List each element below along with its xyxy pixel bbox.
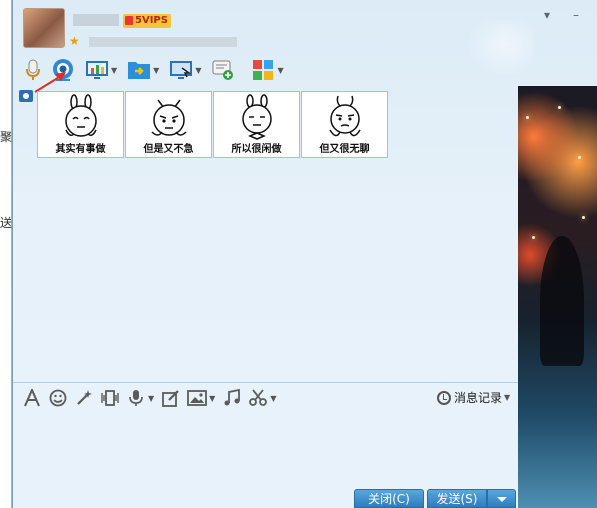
sticker-image[interactable]: 其实有事做 — [37, 91, 124, 158]
music-icon[interactable] — [221, 387, 243, 409]
sticker-image[interactable]: 但又很无聊 — [301, 91, 388, 158]
sticker-caption: 但又很无聊 — [319, 144, 370, 155]
contact-show-photo — [518, 86, 597, 508]
chevron-down-icon: ▼ — [504, 393, 511, 402]
remote-desktop-icon[interactable] — [169, 58, 193, 82]
emoji-icon[interactable] — [47, 387, 69, 409]
screenshot-icon[interactable] — [247, 387, 269, 409]
minimize-button[interactable]: – — [573, 8, 579, 22]
new-message-icon[interactable] — [211, 58, 235, 82]
edit-icon[interactable] — [160, 387, 182, 409]
image-icon[interactable] — [186, 387, 208, 409]
sticker-image[interactable]: 但是又不急 — [125, 91, 212, 158]
send-options-button[interactable] — [487, 489, 516, 508]
sticker-image[interactable]: 所以很闲做 — [213, 91, 300, 158]
clock-icon — [437, 390, 451, 405]
image-dropdown[interactable]: ▼ — [209, 394, 215, 403]
voice-dropdown[interactable]: ▼ — [148, 394, 154, 403]
signature-blurred — [89, 37, 237, 47]
screen-share-dropdown[interactable]: ▼ — [111, 66, 117, 75]
person-silhouette — [540, 236, 584, 366]
sticker-caption: 所以很闲做 — [231, 144, 282, 155]
screenshot-dropdown[interactable]: ▼ — [270, 394, 276, 403]
apps-dropdown[interactable]: ▼ — [277, 66, 283, 75]
minimize-menu-icon[interactable]: ▾ — [544, 8, 550, 22]
file-transfer-icon[interactable] — [127, 58, 151, 82]
feather-decoration — [463, 20, 533, 80]
file-transfer-dropdown[interactable]: ▼ — [153, 66, 159, 75]
sticker-caption: 其实有事做 — [55, 144, 106, 155]
send-button[interactable]: 发送(S) — [427, 489, 487, 508]
background-text: 送 — [0, 216, 13, 230]
close-button[interactable]: 关闭(C) — [354, 489, 424, 508]
magic-icon[interactable] — [73, 387, 95, 409]
sticker-caption: 但是又不急 — [143, 144, 194, 155]
camera-mode-icon[interactable] — [19, 90, 33, 102]
edit-toolbar: ▼ ▼ ▼ — [21, 386, 282, 410]
background-window: 聚 送 — [0, 0, 12, 508]
contact-name-blurred — [73, 14, 119, 26]
background-text: 聚 — [0, 130, 13, 144]
vip-badge[interactable]: 5VIPS — [123, 14, 171, 28]
sticker-strip: 其实有事做 但是又不急 所以很闲做 但又很无聊 — [37, 91, 389, 158]
divider — [13, 382, 518, 383]
font-icon[interactable] — [21, 387, 43, 409]
avatar[interactable] — [23, 8, 65, 48]
apps-icon[interactable] — [251, 58, 275, 82]
voice-icon[interactable] — [125, 387, 147, 409]
shake-icon[interactable] — [99, 387, 121, 409]
remote-desktop-dropdown[interactable]: ▼ — [195, 66, 201, 75]
chat-window: 5VIPS ★ ▾ – ▼ ▼ ▼ ▼ 其实有事做 但是又不急 所以很闲做 但又… — [12, 0, 597, 508]
star-icon[interactable]: ★ — [69, 34, 80, 48]
screen-share-icon[interactable] — [85, 58, 109, 82]
message-history-button[interactable]: 消息记录 ▼ — [437, 389, 510, 406]
message-history-label: 消息记录 — [454, 391, 503, 405]
